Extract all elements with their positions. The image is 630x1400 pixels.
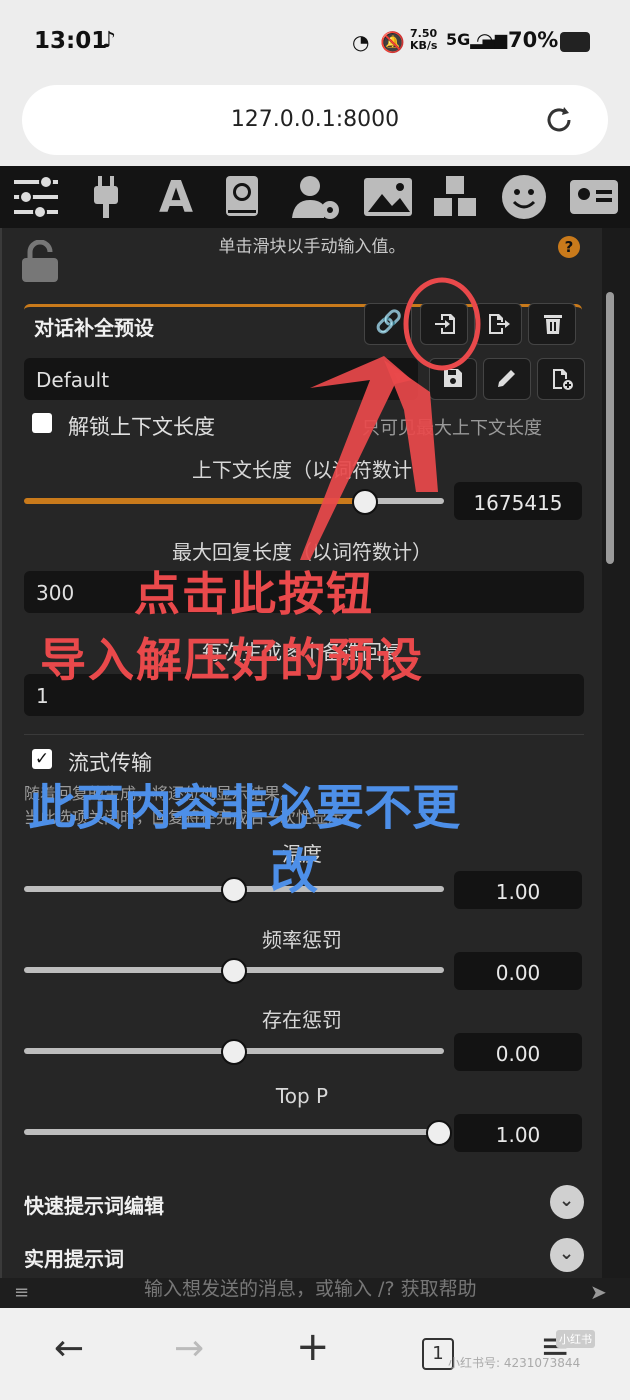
annotation-arrow-tail <box>384 360 438 492</box>
watermark-brand: 小红书 <box>556 1330 595 1348</box>
annotation-circle <box>403 277 481 371</box>
annotation-red-line1: 点击此按钮 <box>134 567 374 621</box>
browser-bottom-nav: ← → + 1 ≡ 小红书 小红书号: 4231073844 <box>0 1308 630 1400</box>
watermark-id: 小红书号: 4231073844 <box>448 1356 581 1370</box>
annotation-layer <box>300 277 481 560</box>
annotation-blue-line2: 改 <box>270 844 319 900</box>
annotation-red-line2: 导入解压好的预设 <box>40 633 424 687</box>
annotation-blue-line1: 此页内容非必要不更 <box>28 780 461 836</box>
forward-icon[interactable]: → <box>174 1328 204 1369</box>
back-icon[interactable]: ← <box>54 1328 84 1369</box>
new-tab-icon[interactable]: + <box>296 1324 330 1370</box>
